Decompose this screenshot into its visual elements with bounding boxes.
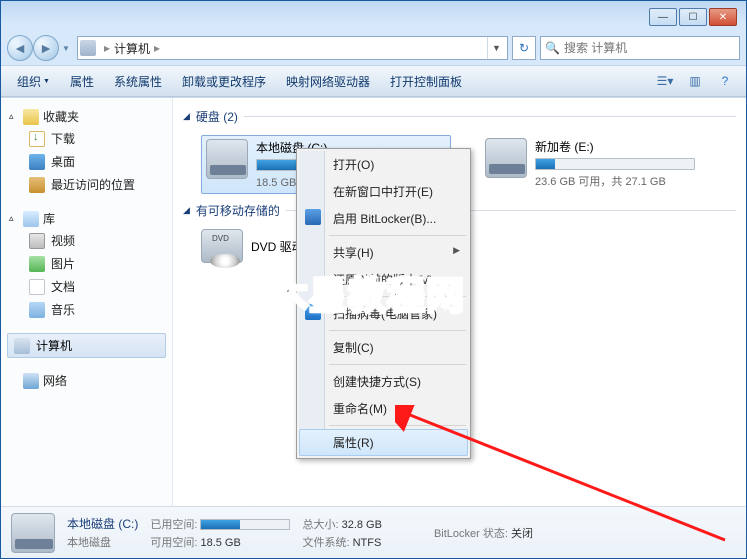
navigation-pane: ▵收藏夹 下载 桌面 最近访问的位置 ▵库 视频 图片 文档 音乐 计算机 网络 — [1, 98, 173, 506]
fs-label: 文件系统: — [302, 537, 349, 549]
hdd-icon — [11, 513, 55, 553]
view-mode-icon[interactable]: ☰▾ — [652, 70, 678, 92]
ctx-share[interactable]: 共享(H)▶ — [299, 239, 468, 266]
nav-history-dropdown[interactable]: ▼ — [59, 35, 73, 61]
computer-icon — [14, 338, 30, 354]
ctx-rename[interactable]: 重命名(M) — [299, 395, 468, 422]
drive-e-label: 新加卷 (E:) — [535, 138, 727, 155]
favorites-icon — [23, 109, 39, 125]
search-input[interactable] — [564, 41, 735, 55]
downloads-icon — [29, 131, 45, 147]
ctx-scan-virus[interactable]: 扫描病毒(电脑管家) — [299, 300, 468, 327]
videos-icon — [29, 233, 45, 249]
properties-button[interactable]: 属性 — [62, 69, 102, 94]
drive-e-stats: 23.6 GB 可用，共 27.1 GB — [535, 173, 727, 189]
back-button[interactable]: ◄ — [7, 35, 33, 61]
titlebar: — ☐ ✕ — [1, 1, 746, 31]
address-bar[interactable]: ▸ 计算机 ▸ ▼ — [77, 36, 508, 60]
documents-icon — [29, 279, 45, 295]
ctx-bitlocker[interactable]: 启用 BitLocker(B)... — [299, 205, 468, 232]
free-label: 可用空间: — [150, 537, 197, 549]
bitlocker-value: 关闭 — [511, 528, 533, 540]
help-icon[interactable]: ? — [712, 70, 738, 92]
antivirus-icon — [305, 304, 321, 320]
maximize-button[interactable]: ☐ — [679, 8, 707, 26]
address-dropdown[interactable]: ▼ — [487, 37, 505, 59]
refresh-button[interactable]: ↻ — [512, 36, 536, 60]
pictures-icon — [29, 256, 45, 272]
ctx-open[interactable]: 打开(O) — [299, 151, 468, 178]
sidebar-music[interactable]: 音乐 — [5, 298, 168, 321]
map-drive-button[interactable]: 映射网络驱动器 — [278, 69, 378, 94]
fs-value: NTFS — [353, 537, 382, 549]
dvd-icon — [201, 229, 243, 263]
control-panel-button[interactable]: 打开控制面板 — [382, 69, 470, 94]
close-button[interactable]: ✕ — [709, 8, 737, 26]
details-title: 本地磁盘 (C:) — [67, 515, 138, 532]
ctx-create-shortcut[interactable]: 创建快捷方式(S) — [299, 368, 468, 395]
bitlocker-label: BitLocker 状态: — [434, 528, 508, 540]
total-value: 32.8 GB — [342, 519, 382, 531]
minimize-button[interactable]: — — [649, 8, 677, 26]
sidebar-computer[interactable]: 计算机 — [7, 333, 166, 358]
search-icon: 🔍 — [545, 41, 560, 55]
hdd-icon — [485, 138, 527, 178]
details-subtitle: 本地磁盘 — [67, 534, 138, 550]
organize-menu[interactable]: 组织▼ — [9, 69, 58, 94]
details-pane: 本地磁盘 (C:) 本地磁盘 已用空间: 可用空间: 18.5 GB 总大小: … — [1, 506, 746, 558]
sidebar-network[interactable]: 网络 — [5, 370, 168, 391]
recent-icon — [29, 177, 45, 193]
sidebar-pictures[interactable]: 图片 — [5, 252, 168, 275]
ctx-previous-versions[interactable]: 还原以前的版本(V) — [299, 266, 468, 293]
search-box[interactable]: 🔍 — [540, 36, 740, 60]
context-menu: 打开(O) 在新窗口中打开(E) 启用 BitLocker(B)... 共享(H… — [296, 148, 471, 459]
computer-icon — [80, 40, 96, 56]
sidebar-libraries[interactable]: ▵库 — [5, 208, 168, 229]
drive-e[interactable]: 新加卷 (E:) 23.6 GB 可用，共 27.1 GB — [481, 135, 731, 194]
free-value: 18.5 GB — [200, 537, 240, 549]
ctx-copy[interactable]: 复制(C) — [299, 334, 468, 361]
music-icon — [29, 302, 45, 318]
desktop-icon — [29, 154, 45, 170]
hdd-icon — [206, 139, 248, 179]
used-label: 已用空间: — [150, 519, 197, 531]
libraries-icon — [23, 211, 39, 227]
sidebar-recent[interactable]: 最近访问的位置 — [5, 173, 168, 196]
sidebar-favorites[interactable]: ▵收藏夹 — [5, 106, 168, 127]
forward-button[interactable]: ► — [33, 35, 59, 61]
total-label: 总大小: — [302, 519, 338, 531]
sidebar-downloads[interactable]: 下载 — [5, 127, 168, 150]
group-hard-drives[interactable]: ◢硬盘 (2) — [183, 104, 736, 129]
nav-row: ◄ ► ▼ ▸ 计算机 ▸ ▼ ↻ 🔍 — [1, 31, 746, 65]
preview-pane-icon[interactable]: ▥ — [682, 70, 708, 92]
sidebar-desktop[interactable]: 桌面 — [5, 150, 168, 173]
uninstall-button[interactable]: 卸载或更改程序 — [174, 69, 274, 94]
system-properties-button[interactable]: 系统属性 — [106, 69, 170, 94]
ctx-properties[interactable]: 属性(R) — [299, 429, 468, 456]
sidebar-documents[interactable]: 文档 — [5, 275, 168, 298]
ctx-open-new-window[interactable]: 在新窗口中打开(E) — [299, 178, 468, 205]
breadcrumb-computer[interactable]: 计算机 — [114, 40, 150, 57]
command-bar: 组织▼ 属性 系统属性 卸载或更改程序 映射网络驱动器 打开控制面板 ☰▾ ▥ … — [1, 65, 746, 97]
breadcrumb-arrow[interactable]: ▸ — [104, 41, 110, 55]
drive-e-usage-bar — [535, 158, 695, 170]
shield-icon — [305, 209, 321, 225]
network-icon — [23, 373, 39, 389]
sidebar-videos[interactable]: 视频 — [5, 229, 168, 252]
used-bar — [200, 519, 290, 530]
breadcrumb-arrow[interactable]: ▸ — [154, 41, 160, 55]
